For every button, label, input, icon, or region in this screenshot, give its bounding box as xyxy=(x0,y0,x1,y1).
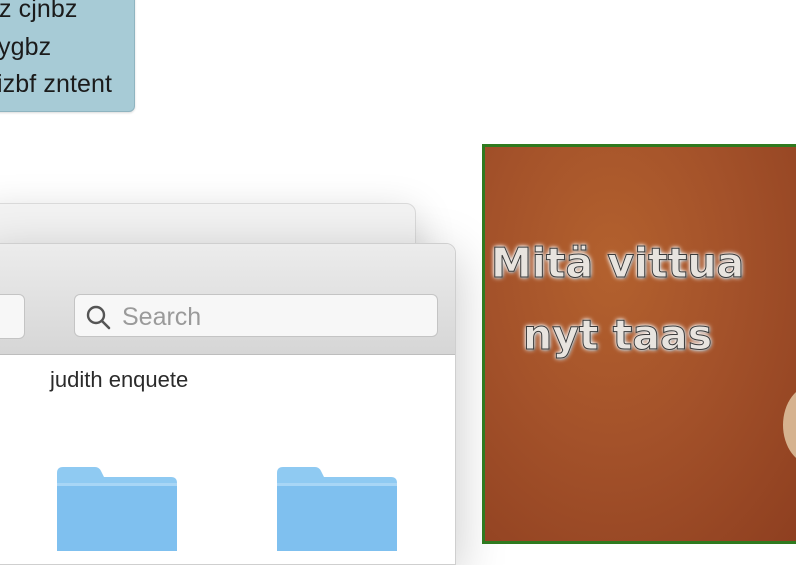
folder-icon[interactable] xyxy=(277,461,397,551)
sticky-note[interactable]: z cjnbz ygbz izbf zntent xyxy=(0,0,135,112)
image-object xyxy=(783,385,796,465)
sticky-note-line: izbf zntent xyxy=(0,70,113,98)
image-caption-line: Mitä vittua xyxy=(490,239,745,288)
search-placeholder: Search xyxy=(122,303,202,331)
image-preview[interactable]: Mitä vittua nyt taas xyxy=(482,144,796,544)
item-label[interactable]: judith enquete xyxy=(50,367,188,393)
search-icon xyxy=(86,305,111,330)
folder-icon[interactable] xyxy=(57,461,177,551)
file-browser-content: judith enquete xyxy=(0,355,455,564)
sticky-note-line: ygbz xyxy=(0,33,52,61)
sticky-note-line: z cjnbz xyxy=(0,0,78,23)
finder-window[interactable]: Search judith enquete xyxy=(0,243,456,565)
search-input[interactable]: Search xyxy=(74,294,438,337)
window-toolbar: Search xyxy=(0,244,455,355)
toolbar-control[interactable] xyxy=(0,294,25,339)
image-caption-line: nyt taas xyxy=(522,311,713,360)
